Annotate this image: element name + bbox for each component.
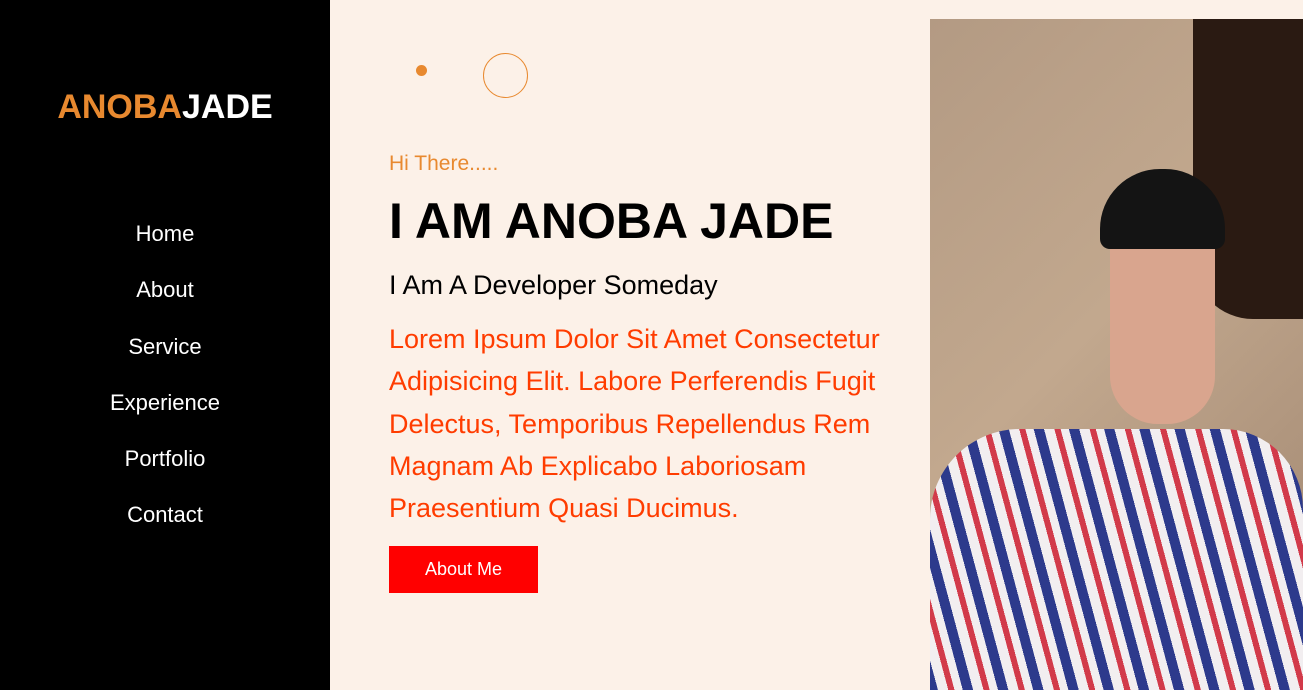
nav-menu: Home About Service Experience Portfolio … (0, 218, 330, 556)
hero-description: Lorem Ipsum Dolor Sit Amet Consectetur A… (389, 324, 880, 524)
photo-shirt (930, 429, 1303, 690)
decorative-ring (483, 53, 528, 98)
logo-part2: JADE (181, 88, 273, 126)
nav-home[interactable]: Home (0, 218, 330, 274)
nav-about[interactable]: About (0, 274, 330, 330)
nav-experience[interactable]: Experience (0, 387, 330, 443)
sidebar: ANOBAJADE Home About Service Experience … (0, 0, 330, 690)
logo[interactable]: ANOBAJADE (0, 88, 330, 127)
profile-photo (930, 19, 1303, 690)
nav-portfolio[interactable]: Portfolio (0, 443, 330, 499)
hero-title: I AM ANOBA JADE (389, 193, 834, 249)
logo-part1: ANOBA (57, 88, 182, 126)
nav-service[interactable]: Service (0, 331, 330, 387)
nav-contact[interactable]: Contact (0, 499, 330, 555)
decorative-dot (416, 65, 427, 76)
about-me-button[interactable]: About Me (389, 546, 538, 593)
hero-subtitle: I Am A Developer Someday (389, 270, 718, 300)
greeting: Hi There..... (389, 152, 499, 175)
